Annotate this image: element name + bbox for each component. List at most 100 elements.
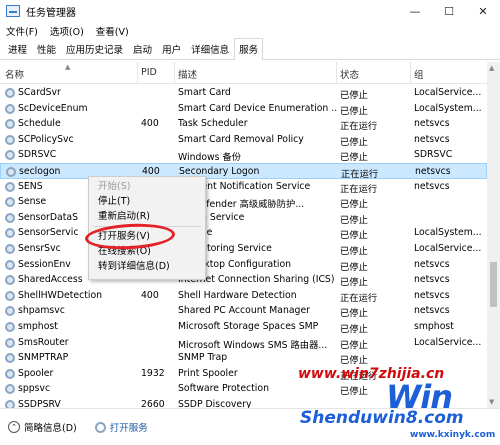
vertical-scrollbar[interactable]: ▲ ▼ (487, 62, 500, 408)
title-bar: 任务管理器 — ☐ ✕ (0, 0, 500, 22)
context-menu-item: 开始(S) (98, 181, 131, 192)
service-gear-icon (5, 103, 15, 114)
service-gear-icon (5, 337, 15, 348)
table-row[interactable]: SENS m Event Notification Service 正在运行 nets… (0, 179, 487, 195)
tab-users[interactable]: 用户 (157, 38, 186, 59)
tab-bar: 进程 性能 应用历史记录 启动 用户 详细信息 服务 (0, 38, 500, 60)
close-button[interactable]: ✕ (466, 0, 500, 22)
table-row[interactable]: ScDeviceEnum Smart Card Device Enumeratio… (0, 101, 487, 117)
context-menu-item[interactable]: 在线搜索(O) (89, 244, 205, 259)
minimize-button[interactable]: — (398, 0, 432, 22)
window-controls: — ☐ ✕ (398, 0, 500, 22)
service-gear-icon (5, 197, 15, 208)
service-name: SDRSVC (5, 149, 137, 161)
service-gear-icon (5, 228, 15, 239)
table-row[interactable]: Spooler 1932 Print Spooler 正在运行 (0, 366, 487, 382)
table-row[interactable]: SSDPSRV 2660 SSDP Discovery (0, 397, 487, 408)
context-menu-item[interactable]: 重新启动(R) (89, 209, 205, 224)
service-description: Shell Hardware Detection (178, 289, 297, 301)
service-group: netsvcs (414, 180, 450, 192)
scroll-up-icon[interactable]: ▲ (489, 64, 494, 72)
open-services-link[interactable]: 打开服务 (94, 420, 148, 434)
table-row[interactable]: Schedule 400 Task Scheduler 正在运行 netsvcs (0, 116, 487, 132)
service-status: 已停止 (340, 323, 368, 335)
service-name-text: SCardSvr (18, 87, 61, 98)
service-description: Microsoft Windows SMS 路由器... (178, 339, 328, 351)
column-divider[interactable] (410, 62, 411, 84)
fewer-details-button[interactable]: ⌃ 简略信息(D) (8, 420, 77, 434)
scrollbar-thumb[interactable] (490, 262, 497, 307)
service-name-text: ShellHWDetection (18, 289, 103, 301)
service-status: 已停止 (340, 261, 368, 273)
table-row[interactable]: SDRSVC Windows 备份 已停止 SDRSVC (0, 147, 487, 163)
service-description: Task Scheduler (178, 118, 248, 130)
table-row[interactable]: sppsvc Software Protection 已停止 (0, 381, 487, 397)
service-status: 已停止 (340, 90, 368, 101)
tab-startup[interactable]: 启动 (128, 38, 157, 59)
column-header-pid[interactable]: PID (141, 67, 157, 81)
table-row[interactable]: smphost Microsoft Storage Spaces SMP 已停止 sm… (0, 319, 487, 335)
column-header-description[interactable]: 描述 (178, 67, 197, 81)
column-header-status[interactable]: 状态 (340, 67, 359, 81)
service-name-text: SessionEnv (18, 258, 71, 270)
service-group: LocalService... (414, 336, 482, 348)
service-status: 已停止 (340, 308, 368, 320)
service-name-text: smphost (18, 320, 58, 332)
service-gear-icon (5, 181, 15, 192)
menu-file[interactable]: 文件(F) (0, 24, 44, 38)
tab-details[interactable]: 详细信息 (186, 38, 234, 59)
service-name: SmsRouter (5, 337, 137, 348)
service-name-text: SensorDataS (18, 211, 78, 223)
service-description: Smart Card Removal Policy (178, 133, 304, 145)
table-row[interactable]: SNMPTRAP SNMP Trap 已停止 (0, 350, 487, 366)
service-name: sppsvc (5, 383, 137, 395)
context-menu: 开始(S) 停止(T) 重新启动(R) 打开服务(V) 在线搜索(O) 转到详细信息(D) (88, 176, 206, 280)
table-row[interactable]: Sense ws Defender 高级威胁防护... 已停止 (0, 194, 487, 210)
table-row[interactable]: SensorDataS r Data Service 已停止 (0, 210, 487, 226)
menu-view[interactable]: 查看(V) (90, 24, 135, 38)
service-gear-icon (5, 119, 15, 130)
table-row[interactable]: ShellHWDetection 400 Shell Hardware Detect… (0, 288, 487, 304)
tab-services[interactable]: 服务 (234, 38, 264, 60)
menu-options[interactable]: 选项(O) (44, 24, 90, 38)
context-menu-item[interactable]: 转到详细信息(D) (89, 259, 205, 274)
service-group: LocalSystem... (414, 102, 482, 114)
tab-processes[interactable]: 进程 (3, 38, 32, 59)
service-name: Spooler (5, 368, 137, 379)
table-row[interactable]: SCardSvr Smart Card 已停止 LocalService... (0, 85, 487, 101)
context-menu-item[interactable]: 打开服务(V) (89, 229, 205, 244)
service-gear-icon (5, 353, 15, 364)
column-divider[interactable] (336, 62, 337, 84)
service-description: Software Protection (178, 383, 269, 395)
table-row[interactable]: shpamsvc Shared PC Account Manager 已停止 nets… (0, 303, 487, 319)
service-name-text: SensorServic (18, 227, 79, 239)
service-name: SCPolicySvc (5, 134, 137, 145)
service-gear-icon (5, 399, 15, 408)
context-menu-item[interactable]: 停止(T) (89, 194, 205, 209)
fewer-details-label: 简略信息(D) (24, 423, 77, 434)
column-header-group[interactable]: 组 (414, 67, 424, 81)
scroll-down-icon[interactable]: ▼ (489, 398, 494, 406)
column-divider[interactable] (137, 62, 138, 84)
service-status: 已停止 (340, 277, 368, 289)
table-row[interactable]: seclogon 400 Secondary Logon 正在运行 netsvcs (0, 162, 487, 180)
table-row[interactable]: SmsRouter Microsoft Windows SMS 路由器... 已停止… (0, 335, 487, 351)
table-row[interactable]: SharedAccess Internet Connection Sharing … (0, 272, 487, 288)
service-gear-icon (5, 134, 15, 145)
service-group: netsvcs (414, 258, 450, 270)
maximize-button[interactable]: ☐ (432, 0, 466, 22)
table-row[interactable]: SensorServicService已停止LocalSystem... (0, 225, 487, 241)
service-name-text: shpamsvc (18, 305, 65, 317)
column-header-name[interactable]: 名称 (5, 67, 24, 81)
table-row[interactable]: SCPolicySvc Smart Card Removal Policy 已停止 n… (0, 132, 487, 148)
table-row[interactable]: SessionEnv e Desktop Configuration 已停止 nets… (0, 257, 487, 273)
service-status: 正在运行 (340, 370, 378, 382)
column-divider[interactable] (174, 62, 175, 84)
tab-app-history[interactable]: 应用历史记录 (61, 38, 128, 59)
service-name: SNMPTRAP (5, 352, 137, 364)
table-row[interactable]: SensrSvc r Monitoring Service 已停止 LocalServ… (0, 241, 487, 257)
service-description: Microsoft Storage Spaces SMP (178, 320, 319, 332)
service-group: LocalService... (414, 242, 482, 254)
service-name-text: ScDeviceEnum (18, 102, 88, 114)
tab-performance[interactable]: 性能 (32, 38, 61, 59)
